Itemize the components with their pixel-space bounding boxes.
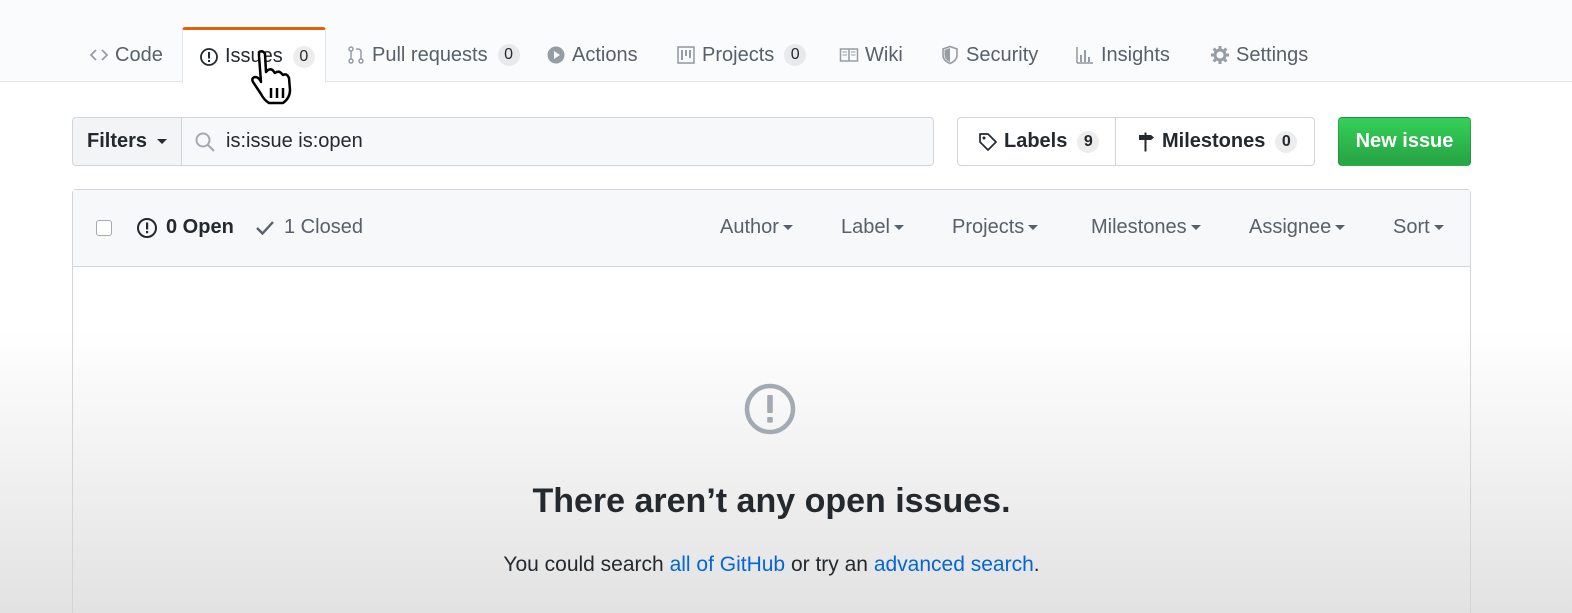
tab-pull-requests[interactable]: Pull requests 0: [330, 28, 536, 82]
play-icon: [546, 45, 566, 65]
book-icon: [839, 45, 859, 65]
tab-pull-requests-label: Pull requests: [372, 43, 488, 66]
tab-wiki-label: Wiki: [865, 43, 903, 66]
tab-security-label: Security: [966, 43, 1039, 66]
caret-down-icon: [1028, 225, 1039, 230]
milestones-filter[interactable]: Milestones: [1091, 216, 1201, 239]
issue-opened-icon: [199, 47, 219, 67]
milestones-button[interactable]: Milestones 0: [1116, 117, 1315, 166]
tab-settings[interactable]: Settings: [1194, 28, 1324, 82]
caret-down-icon: [893, 225, 904, 230]
search-wrap: [182, 117, 934, 166]
issue-opened-icon: [136, 217, 158, 239]
gear-icon: [1210, 45, 1230, 65]
tab-insights[interactable]: Insights: [1059, 28, 1186, 82]
label-filter[interactable]: Label: [841, 216, 904, 239]
blankslate-text-before: You could search: [503, 553, 670, 576]
milestones-counter: 0: [1275, 130, 1298, 153]
select-all-checkbox[interactable]: [96, 220, 112, 236]
check-icon: [254, 217, 276, 239]
tab-security[interactable]: Security: [924, 28, 1054, 82]
tab-code[interactable]: Code: [73, 28, 179, 82]
new-issue-button[interactable]: New issue: [1338, 117, 1471, 166]
issues-list-header: 0 Open 1 Closed Author Label Projects Mi…: [73, 190, 1470, 267]
sort-filter-label: Sort: [1393, 216, 1430, 238]
caret-down-icon: [782, 225, 793, 230]
open-issues-filter[interactable]: 0 Open: [136, 216, 234, 239]
sort-filter[interactable]: Sort: [1393, 216, 1444, 239]
code-icon: [89, 45, 109, 65]
labels-button[interactable]: Labels 9: [957, 117, 1116, 166]
tab-projects[interactable]: Projects 0: [660, 28, 822, 82]
projects-counter: 0: [784, 44, 807, 66]
blankslate-title: There aren’t any open issues.: [532, 482, 1011, 520]
hand-pointer-cursor-icon: [251, 50, 292, 105]
filters-button[interactable]: Filters: [72, 117, 182, 166]
caret-down-icon: [1335, 225, 1346, 230]
filters-button-label: Filters: [86, 130, 148, 152]
tab-wiki[interactable]: Wiki: [823, 28, 919, 82]
issues-list-box: 0 Open 1 Closed Author Label Projects Mi…: [72, 189, 1471, 613]
caret-down-icon: [1433, 225, 1444, 230]
closed-issues-filter[interactable]: 1 Closed: [254, 216, 363, 239]
blankslate-text-middle: or try an: [785, 553, 874, 576]
milestones-filter-label: Milestones: [1091, 216, 1187, 238]
issue-opened-icon: [744, 383, 796, 435]
assignee-filter[interactable]: Assignee: [1249, 216, 1346, 239]
projects-filter-label: Projects: [952, 216, 1025, 238]
advanced-search-link[interactable]: advanced search: [874, 553, 1034, 576]
search-icon: [194, 131, 216, 153]
tab-insights-label: Insights: [1101, 43, 1170, 66]
repo-nav: Code Issues 0 Pull requests 0 Actions Pr…: [0, 0, 1572, 83]
tab-settings-label: Settings: [1236, 43, 1309, 66]
closed-issues-label: 1 Closed: [284, 216, 363, 238]
pull-requests-counter: 0: [497, 44, 520, 66]
labels-button-label: Labels: [1004, 130, 1068, 152]
label-filter-label: Label: [841, 216, 890, 238]
tag-icon: [978, 132, 998, 152]
milestones-button-label: Milestones: [1162, 130, 1266, 152]
issue-search-input[interactable]: [226, 130, 826, 153]
caret-down-icon: [1190, 225, 1201, 230]
filters-search-group: Filters: [72, 117, 934, 166]
caret-down-icon: [157, 139, 168, 144]
milestone-icon: [1136, 132, 1156, 152]
tab-actions-label: Actions: [572, 43, 638, 66]
graph-icon: [1075, 45, 1095, 65]
labels-milestones-group: Labels 9 Milestones 0: [957, 117, 1315, 166]
author-filter[interactable]: Author: [720, 216, 793, 239]
all-of-github-link[interactable]: all of GitHub: [670, 553, 786, 576]
open-issues-label: 0 Open: [166, 216, 234, 238]
projects-filter[interactable]: Projects: [952, 216, 1039, 239]
tab-code-label: Code: [115, 43, 163, 66]
tab-projects-label: Projects: [702, 43, 775, 66]
shield-icon: [940, 45, 960, 65]
blankslate-text: You could search all of GitHub or try an…: [73, 553, 1470, 577]
assignee-filter-label: Assignee: [1249, 216, 1332, 238]
git-pull-request-icon: [346, 45, 366, 65]
labels-counter: 9: [1077, 130, 1100, 153]
tab-actions[interactable]: Actions: [530, 28, 654, 82]
author-filter-label: Author: [720, 216, 779, 238]
project-icon: [676, 45, 696, 65]
blankslate-text-after: .: [1033, 553, 1040, 576]
